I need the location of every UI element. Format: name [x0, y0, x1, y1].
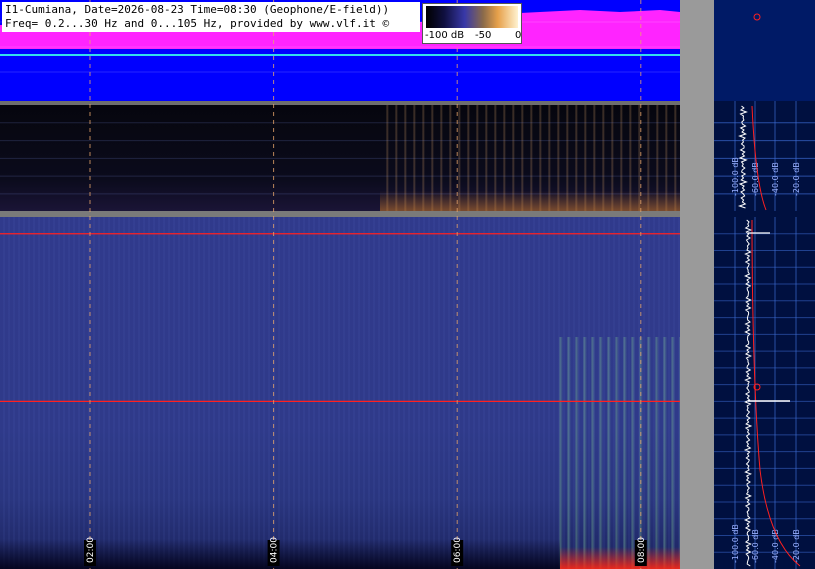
colorbar-label-max: 0 — [515, 30, 522, 41]
y-axis-strip — [680, 0, 714, 569]
time-tick-label: 04:00 — [270, 537, 280, 563]
header-line-2: Freq= 0.2...30 Hz and 0...105 Hz, provid… — [5, 17, 390, 30]
colorbar-label-min: -100 dB — [425, 30, 465, 41]
time-tick-label: 06:00 — [453, 537, 463, 563]
vlf-monitor-display: 50 %0 %-50 %252015105 Hz1009590858075706… — [0, 0, 815, 569]
colorbar-gradient — [426, 6, 518, 28]
time-tick-label: 02:00 — [86, 537, 96, 563]
colorbar: -100 dB -50 0 — [422, 3, 522, 44]
time-tick-label: 08:00 — [637, 537, 647, 563]
colorbar-label-mid: -50 — [475, 30, 492, 41]
header-box: I1-Cumiana, Date=2026-08-23 Time=08:30 (… — [2, 2, 420, 32]
header-line-1: I1-Cumiana, Date=2026-08-23 Time=08:30 (… — [5, 3, 390, 16]
side-panel-top — [714, 0, 815, 101]
